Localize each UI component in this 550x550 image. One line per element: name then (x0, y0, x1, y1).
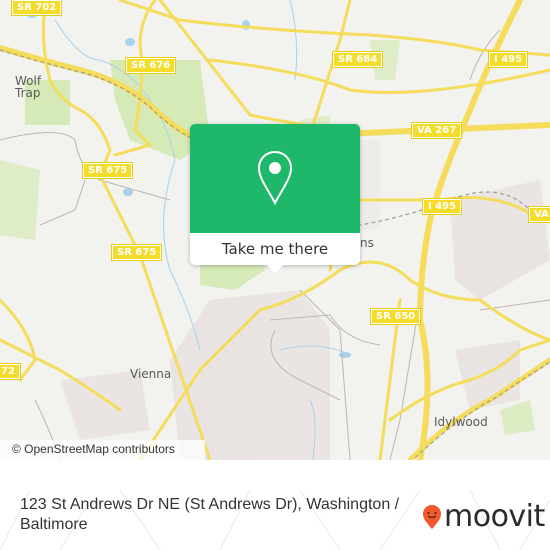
place-label-vienna: Vienna (130, 367, 172, 381)
stream (289, 0, 298, 81)
road-shield: SR 675 (110, 244, 163, 261)
map-pin-icon (257, 150, 293, 205)
park-area (500, 400, 535, 435)
minor-road (389, 299, 421, 460)
address-text: 123 St Andrews Dr NE (St Andrews Dr), Wa… (20, 496, 400, 533)
footer: 123 St Andrews Dr NE (St Andrews Dr), Wa… (0, 490, 550, 550)
road-shield: SR 676 (124, 57, 177, 74)
popup-pointer (267, 265, 283, 273)
sr-650-road (378, 298, 402, 460)
water-body (125, 38, 135, 46)
road-shield: 72 (0, 363, 21, 380)
moovit-pin-logo-icon (423, 505, 441, 529)
sr-684-road (308, 0, 352, 137)
location-popup[interactable]: Take me there (190, 124, 360, 273)
road-shield: SR 650 (369, 308, 422, 325)
map-view[interactable]: SR 702 SR 676 SR 684 I 495 VA 267 SR 675… (0, 0, 550, 460)
road-shield: VA 267 (410, 122, 463, 139)
arterial-road (118, 0, 550, 57)
popup-header[interactable] (190, 124, 360, 233)
road-shield: SR 702 (10, 0, 63, 16)
minor-road (39, 179, 86, 226)
road-shield: I 495 (421, 198, 463, 215)
place-label-idylwood: Idylwood (434, 415, 488, 429)
moovit-logo[interactable]: moovit (422, 502, 545, 532)
residential-area (170, 290, 330, 460)
road-shield: SR 675 (81, 162, 134, 179)
road-shield: SR 684 (331, 51, 384, 68)
place-label-partial: ns (360, 236, 374, 250)
map-attribution[interactable]: © OpenStreetMap contributors (0, 440, 205, 460)
park-area (0, 160, 40, 240)
take-me-there-button[interactable]: Take me there (190, 233, 360, 265)
moovit-wordmark: moovit (444, 499, 545, 534)
road-shield: VA (528, 206, 550, 223)
road-shield: I 495 (487, 51, 529, 68)
place-label-wolf-trap: Wolf Trap (15, 74, 42, 100)
